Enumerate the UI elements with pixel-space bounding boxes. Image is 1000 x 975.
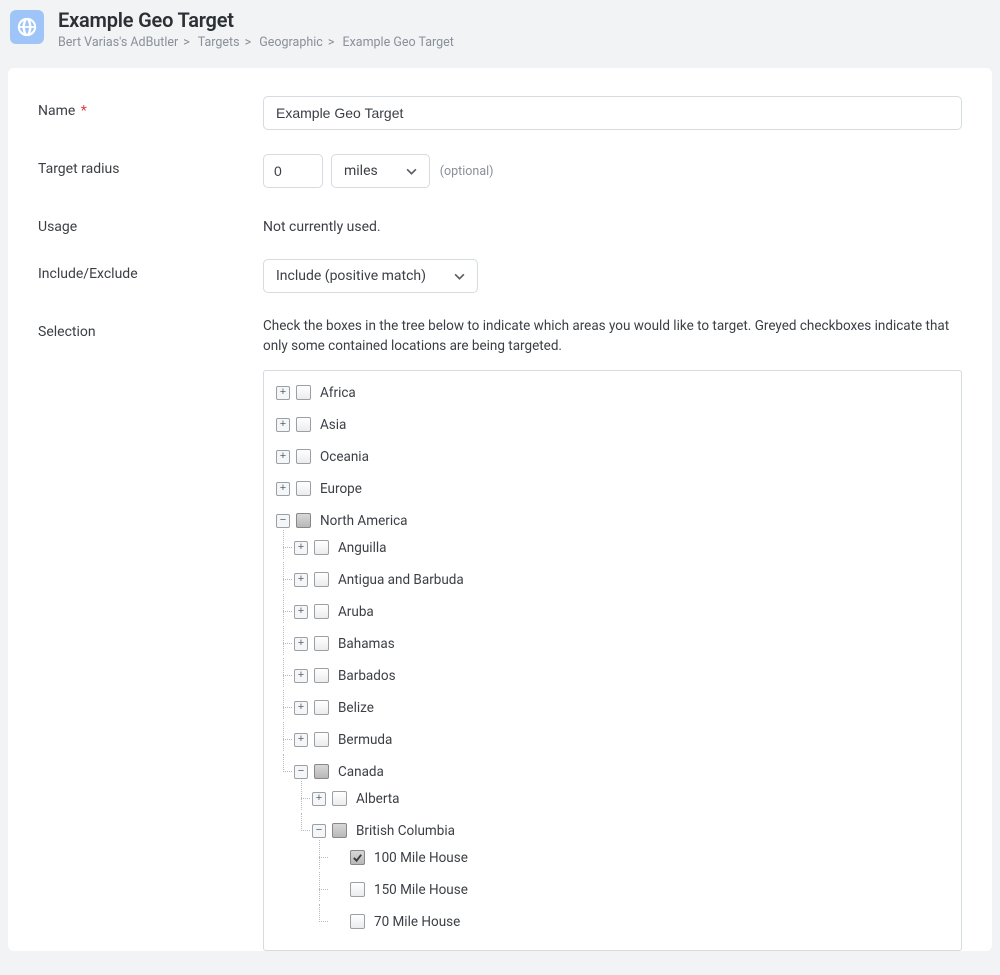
checkbox[interactable] bbox=[314, 604, 329, 619]
radius-unit-select[interactable]: miles bbox=[331, 154, 430, 188]
collapse-icon[interactable]: − bbox=[294, 765, 308, 779]
usage-value: Not currently used. bbox=[263, 212, 962, 235]
checkbox[interactable] bbox=[296, 481, 311, 496]
checkbox[interactable] bbox=[314, 668, 329, 683]
tree-node: + Antigua and Barbuda bbox=[294, 568, 949, 591]
checkbox[interactable] bbox=[332, 791, 347, 806]
radius-field[interactable] bbox=[263, 154, 323, 188]
expand-icon[interactable]: + bbox=[294, 541, 308, 555]
selection-label: Selection bbox=[38, 317, 263, 340]
expand-icon[interactable]: + bbox=[294, 701, 308, 715]
tree-node: + Barbados bbox=[294, 664, 949, 687]
checkbox[interactable] bbox=[314, 572, 329, 587]
tree-node: + Oceania bbox=[276, 445, 949, 468]
collapse-icon[interactable]: − bbox=[276, 514, 290, 528]
optional-text: (optional) bbox=[440, 164, 494, 179]
tree-node: 100 Mile House bbox=[330, 846, 949, 869]
expand-icon[interactable]: + bbox=[294, 637, 308, 651]
form-panel: Name * Target radius miles (optional) Us… bbox=[8, 68, 992, 951]
tree-node: + Africa bbox=[276, 381, 949, 404]
tree-node: + Bahamas bbox=[294, 632, 949, 655]
expand-icon[interactable]: + bbox=[276, 418, 290, 432]
breadcrumb-item[interactable]: Targets bbox=[198, 35, 240, 50]
checkbox[interactable] bbox=[314, 700, 329, 715]
chevron-down-icon bbox=[406, 168, 417, 175]
selection-helper: Check the boxes in the tree below to ind… bbox=[263, 317, 962, 356]
checkbox[interactable] bbox=[296, 385, 311, 400]
checkbox[interactable] bbox=[314, 540, 329, 555]
checkbox-partial[interactable] bbox=[314, 764, 329, 779]
checkbox-partial[interactable] bbox=[332, 823, 347, 838]
checkbox[interactable] bbox=[350, 914, 365, 929]
expand-icon[interactable]: + bbox=[276, 482, 290, 496]
tree-node: + Alberta bbox=[312, 787, 949, 810]
expand-icon[interactable]: + bbox=[294, 733, 308, 747]
tree-node: + Aruba bbox=[294, 600, 949, 623]
checkbox-partial[interactable] bbox=[296, 513, 311, 528]
checkbox[interactable] bbox=[296, 449, 311, 464]
chevron-down-icon bbox=[454, 273, 465, 280]
tree-node: + Europe bbox=[276, 477, 949, 500]
expand-icon[interactable]: + bbox=[276, 450, 290, 464]
tree-node: 150 Mile House bbox=[330, 878, 949, 901]
radius-label: Target radius bbox=[38, 154, 263, 177]
tree-node: + Belize bbox=[294, 696, 949, 719]
checkbox[interactable] bbox=[350, 882, 365, 897]
expand-icon[interactable]: + bbox=[294, 669, 308, 683]
tree-node: − Canada + Alberta bbox=[294, 760, 949, 933]
checkbox-checked[interactable] bbox=[350, 850, 365, 865]
usage-label: Usage bbox=[38, 212, 263, 235]
checkbox[interactable] bbox=[314, 732, 329, 747]
breadcrumb-item[interactable]: Geographic bbox=[259, 35, 323, 50]
name-field[interactable] bbox=[263, 96, 962, 130]
globe-icon bbox=[10, 10, 44, 44]
tree-node: + Anguilla bbox=[294, 536, 949, 559]
page-header: Example Geo Target Bert Varias's AdButle… bbox=[0, 0, 1000, 60]
tree-node: − British Columbia bbox=[312, 819, 949, 933]
tree-node: − North America + Anguilla bbox=[276, 509, 949, 933]
collapse-icon[interactable]: − bbox=[312, 824, 326, 838]
expand-icon[interactable]: + bbox=[294, 573, 308, 587]
incexc-label: Include/Exclude bbox=[38, 259, 263, 282]
breadcrumb: Bert Varias's AdButler> Targets> Geograp… bbox=[58, 35, 454, 50]
page-title: Example Geo Target bbox=[58, 8, 454, 32]
checkbox[interactable] bbox=[296, 417, 311, 432]
tree-node: 70 Mile House bbox=[330, 910, 949, 933]
breadcrumb-item: Example Geo Target bbox=[342, 35, 453, 50]
breadcrumb-item[interactable]: Bert Varias's AdButler bbox=[58, 35, 178, 50]
checkbox[interactable] bbox=[314, 636, 329, 651]
name-label: Name * bbox=[38, 96, 263, 119]
expand-icon[interactable]: + bbox=[276, 386, 290, 400]
expand-icon[interactable]: + bbox=[294, 605, 308, 619]
expand-icon[interactable]: + bbox=[312, 792, 326, 806]
tree-node: + Asia bbox=[276, 413, 949, 436]
tree-node: + Bermuda bbox=[294, 728, 949, 751]
tree-box: + Africa + Asia bbox=[263, 370, 962, 951]
incexc-select[interactable]: Include (positive match) bbox=[263, 259, 478, 293]
